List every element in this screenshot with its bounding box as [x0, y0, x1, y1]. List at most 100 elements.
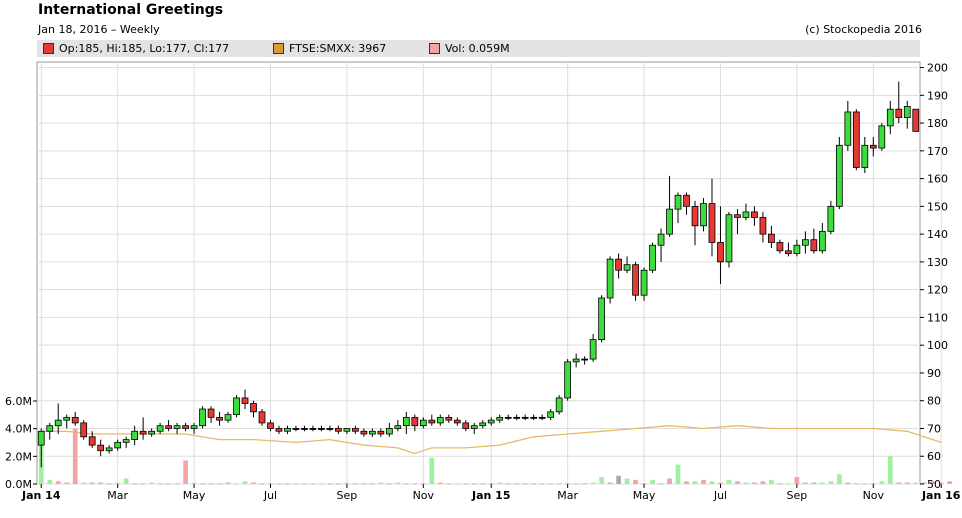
candle-body	[301, 428, 308, 430]
volume-bar	[319, 483, 324, 485]
candle-body	[793, 244, 801, 254]
candle-body	[615, 258, 622, 271]
volume-bar	[913, 482, 919, 484]
candle-body	[869, 144, 877, 149]
volume-bar	[845, 482, 851, 484]
candle-body	[725, 214, 733, 263]
volume-bar	[98, 482, 104, 484]
candle-body	[564, 361, 572, 399]
candle-body	[292, 428, 300, 430]
candle-body	[623, 264, 631, 271]
volume-bar	[658, 483, 664, 485]
time-tick-label: Mar	[107, 489, 128, 502]
volume-bar	[225, 482, 231, 484]
candle-body	[504, 416, 512, 419]
volume-bar	[514, 483, 520, 485]
volume-bar	[633, 479, 638, 484]
price-tick-label: 140	[927, 228, 948, 241]
candle-body	[708, 203, 716, 243]
volume-bar	[429, 457, 435, 484]
candle-body	[751, 211, 758, 218]
candle-body	[385, 428, 393, 435]
volume-bar	[820, 482, 825, 484]
volume-bar	[302, 483, 307, 485]
time-tick-label: Jul	[263, 489, 277, 502]
time-tick-label: Nov	[413, 489, 435, 502]
candle-body	[343, 428, 351, 432]
candle-body	[445, 416, 453, 421]
candle-body	[479, 422, 487, 427]
price-tick-label: 130	[927, 256, 948, 269]
candle-body	[46, 425, 54, 432]
candle-body	[241, 397, 249, 404]
volume-bar	[64, 482, 70, 484]
volume-bar	[539, 483, 545, 485]
candle-body	[632, 264, 639, 296]
candle-body	[318, 428, 325, 430]
candle-body	[199, 408, 206, 427]
candle-body	[122, 439, 130, 443]
candle-body	[462, 422, 470, 429]
volume-bar	[896, 482, 902, 484]
candle-body	[453, 419, 461, 424]
volume-bar	[811, 482, 817, 484]
candle-body	[555, 397, 563, 413]
candle-body	[674, 194, 682, 210]
volume-bar	[904, 482, 910, 484]
candle-body	[666, 208, 673, 235]
volume-bar	[709, 481, 715, 484]
candle-body	[352, 428, 359, 432]
volume-bar	[166, 483, 171, 485]
price-tick-label: 120	[927, 284, 948, 297]
volume-tick-label: 4.0M	[5, 423, 32, 436]
candle-body	[742, 211, 750, 218]
candle-body	[759, 217, 767, 235]
candle-body	[80, 422, 88, 438]
volume-bar	[471, 483, 477, 485]
volume-bar	[234, 483, 239, 485]
candle-body	[216, 416, 223, 421]
candle-body	[37, 430, 45, 446]
candle-body	[657, 233, 665, 246]
volume-bar	[582, 483, 587, 485]
time-tick-label: Sep	[787, 489, 808, 502]
candle-body	[335, 428, 342, 432]
volume-bar	[675, 464, 681, 484]
volume-bar	[752, 482, 757, 484]
volume-bar	[293, 483, 299, 485]
candle-body	[589, 339, 597, 360]
candle-body	[683, 194, 690, 207]
volume-bar	[616, 475, 621, 484]
volume-bar	[47, 479, 53, 484]
volume-bar	[947, 481, 953, 484]
time-tick-label: May	[633, 489, 656, 502]
volume-bar	[370, 483, 375, 485]
candle-body	[496, 416, 504, 421]
candle-body	[139, 430, 147, 435]
candle-body	[224, 414, 232, 421]
price-tick-label: 80	[927, 395, 941, 408]
volume-tick-label: 2.0M	[5, 450, 32, 463]
volume-bar	[760, 481, 766, 484]
volume-bar	[208, 483, 214, 485]
candle-body	[903, 106, 911, 118]
candle-body	[768, 233, 775, 243]
candle-body	[547, 411, 555, 418]
candle-body	[895, 108, 903, 118]
volume-bar	[786, 483, 791, 485]
volume-bar	[650, 479, 655, 484]
volume-bar	[853, 483, 859, 485]
price-chart: 5060708090100110120130140150160170180190…	[5, 61, 961, 502]
volume-bar	[132, 483, 137, 485]
volume-bar	[89, 482, 95, 484]
candle-body	[598, 297, 605, 341]
time-tick-label: Jul	[713, 489, 727, 502]
candle-body	[71, 416, 79, 424]
volume-bar	[387, 483, 392, 485]
candle-body	[861, 144, 869, 168]
price-tick-label: 200	[927, 62, 948, 75]
candle-body	[835, 144, 843, 207]
candle-body	[436, 416, 444, 424]
volume-bar	[573, 483, 579, 485]
volume-bar	[276, 483, 282, 485]
